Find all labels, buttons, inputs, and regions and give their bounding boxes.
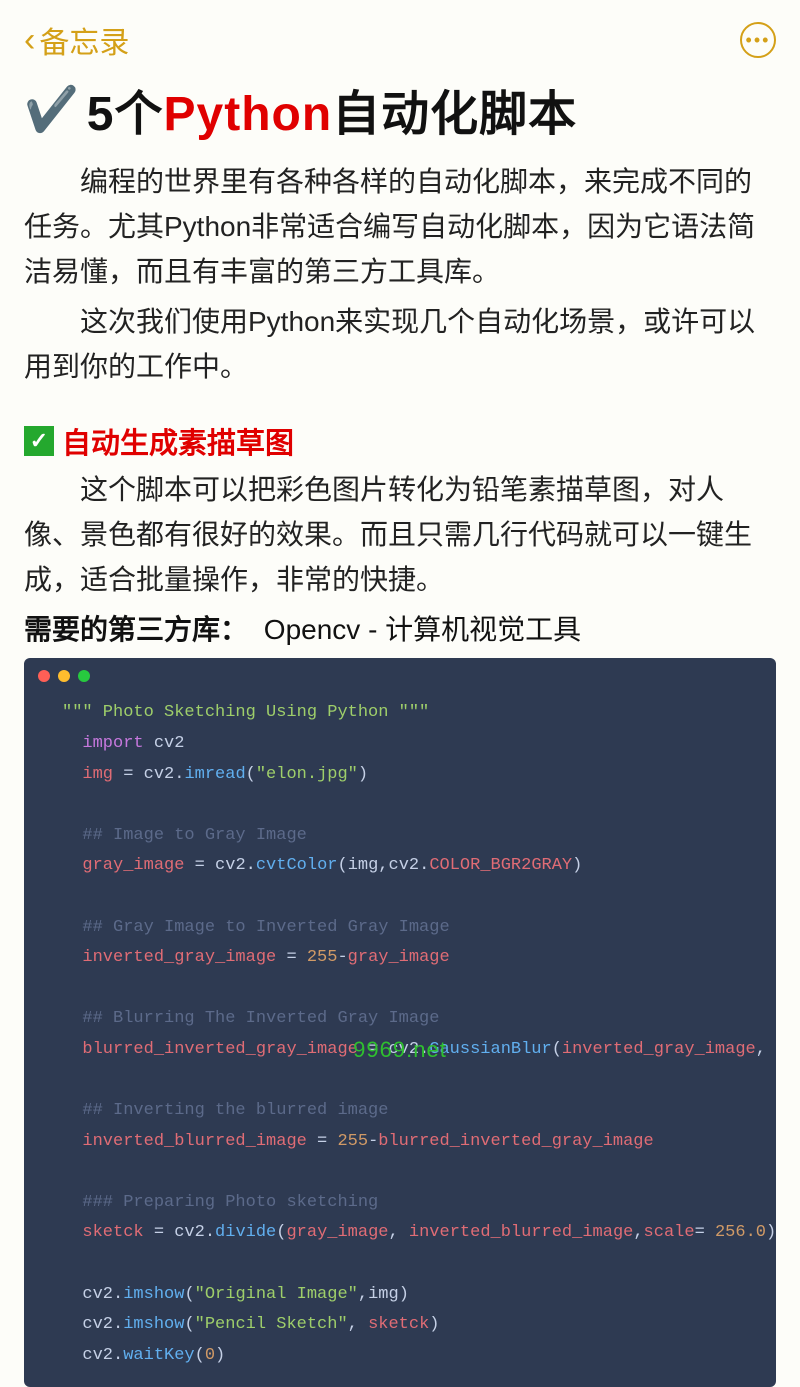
note-content: ✔️ 5个Python自动化脚本 编程的世界里有各种各样的自动化脚本，来完成不同… (0, 74, 800, 1387)
back-button[interactable]: ‹ 备忘录 (24, 18, 129, 62)
header-bar: ‹ 备忘录 ••• (0, 0, 800, 74)
title-suffix: 自动化脚本 (332, 88, 577, 141)
window-dots (24, 658, 776, 692)
lib-label: 需要的第三方库： (24, 614, 248, 645)
window-max-icon (78, 670, 90, 682)
section-heading: ✓ 自动生成素描草图 (24, 420, 776, 462)
more-button[interactable]: ••• (740, 22, 776, 58)
lib-value: Opencv - 计算机视觉工具 (264, 614, 581, 645)
title-prefix: 5个 (87, 88, 164, 141)
intro-paragraph-2: 这次我们使用Python来实现几个自动化场景，或许可以用到你的工作中。 (24, 300, 776, 390)
back-label: 备忘录 (39, 18, 129, 62)
libraries-line: 需要的第三方库： Opencv - 计算机视觉工具 (24, 608, 776, 648)
title-row: ✔️ 5个Python自动化脚本 (24, 74, 776, 144)
window-min-icon (58, 670, 70, 682)
ellipsis-icon: ••• (746, 30, 771, 51)
section-title: 自动生成素描草图 (62, 420, 294, 462)
section-description: 这个脚本可以把彩色图片转化为铅笔素描草图，对人像、景色都有很好的效果。而且只需几… (24, 468, 776, 602)
code-body: """ Photo Sketching Using Python """ imp… (24, 692, 776, 1371)
title-highlight: Python (164, 88, 333, 141)
watermark: 9969.net (353, 1037, 447, 1063)
note-title: 5个Python自动化脚本 (87, 74, 577, 144)
checkmark-icon: ✔️ (24, 83, 79, 135)
code-block: """ Photo Sketching Using Python """ imp… (24, 658, 776, 1387)
window-close-icon (38, 670, 50, 682)
check-box-icon: ✓ (24, 426, 54, 456)
chevron-left-icon: ‹ (24, 21, 35, 60)
intro-paragraph-1: 编程的世界里有各种各样的自动化脚本，来完成不同的任务。尤其Python非常适合编… (24, 160, 776, 294)
